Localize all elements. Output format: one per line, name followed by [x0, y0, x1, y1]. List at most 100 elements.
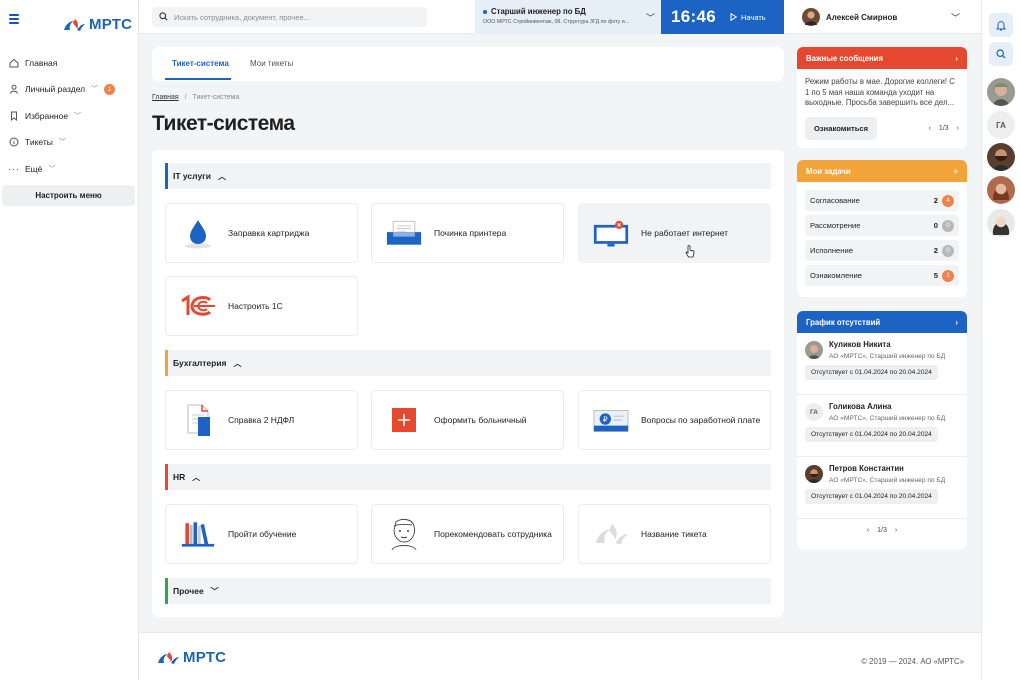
avatar[interactable]: [987, 176, 1015, 204]
avatar[interactable]: [987, 143, 1015, 171]
avatar-initials[interactable]: ГА: [987, 111, 1015, 139]
absence-schedule-widget: График отсутствий › Куликов Никита АО «М…: [797, 311, 967, 549]
ticket-card-label: Настроить 1С: [228, 300, 283, 311]
section-hr[interactable]: HR ︿: [165, 464, 771, 490]
employee-sketch-icon: [386, 516, 422, 552]
ticket-card-generic[interactable]: Название тикета: [578, 504, 771, 564]
ticket-card-cartridge[interactable]: Заправка картриджа: [165, 203, 358, 263]
start-button[interactable]: Начать: [730, 13, 766, 22]
tab-my-tickets[interactable]: Мои тикеты: [250, 59, 293, 68]
task-count: 5: [933, 271, 938, 280]
section-accounting[interactable]: Бухгалтерия ︿: [165, 350, 771, 376]
brand-logo[interactable]: МРТС: [62, 16, 132, 33]
next-icon[interactable]: ›: [895, 527, 897, 534]
configure-menu-button[interactable]: Настроить меню: [2, 185, 135, 206]
section-it[interactable]: IT услуги ︿: [165, 163, 771, 189]
cursor-icon: [685, 245, 695, 258]
ticket-card-label: Не работает интернет: [641, 227, 729, 238]
chevron-right-icon: ›: [955, 53, 958, 63]
absence-entry[interactable]: Петров Константин АО «МРТС», Старший инж…: [797, 457, 967, 519]
ticket-card-sick-leave[interactable]: Оформить больничный: [371, 390, 564, 450]
sidebar-item-more[interactable]: ··· Ещё ﹀: [8, 160, 134, 178]
task-count: 2: [933, 196, 938, 205]
page-title: Тикет-система: [152, 112, 295, 135]
books-icon: [180, 516, 216, 552]
sidebar: МРТС Главная Личный раздел ﹀ 1 Избранное…: [0, 0, 139, 680]
prev-icon[interactable]: ‹: [867, 527, 869, 534]
search-button[interactable]: [989, 42, 1013, 66]
tab-bar: Тикет-система Мои тикеты: [152, 47, 784, 81]
breadcrumb-home[interactable]: Главная: [152, 94, 179, 101]
avatar: [805, 465, 823, 483]
task-row[interactable]: Рассмотрение 0 0: [805, 215, 959, 236]
ticket-card-label: Пройти обучение: [228, 528, 297, 539]
task-row[interactable]: Исполнение 2 0: [805, 240, 959, 261]
avatar[interactable]: [987, 209, 1015, 237]
widget-title: График отсутствий: [806, 317, 881, 327]
sidebar-item-personal[interactable]: Личный раздел ﹀ 1: [9, 80, 134, 98]
my-tasks-widget: Мои задачи + Согласование 2 4 Рассмотрен…: [797, 160, 967, 297]
chevron-down-icon: ﹀: [950, 12, 960, 23]
pager: ‹ 1/3 ›: [929, 125, 959, 132]
absence-entry[interactable]: Куликов Никита АО «МРТС», Старший инжене…: [797, 333, 967, 395]
task-row[interactable]: Согласование 2 4: [805, 190, 959, 211]
sidebar-item-tickets[interactable]: Тикеты ﹀: [9, 133, 134, 151]
task-label: Исполнение: [810, 246, 853, 255]
tab-ticket-system[interactable]: Тикет-система: [172, 59, 229, 68]
ticket-card-label: Вопросы по заработной плате: [641, 414, 761, 425]
bookmark-icon: [9, 111, 19, 121]
widget-header[interactable]: График отсутствий ›: [797, 311, 967, 333]
ticket-card-internet[interactable]: Не работает интернет: [578, 203, 771, 263]
absence-entry[interactable]: ГА Голикова Алина АО «МРТС», Старший инж…: [797, 395, 967, 457]
section-title: Бухгалтерия: [173, 358, 227, 368]
notifications-button[interactable]: [989, 13, 1013, 37]
brand-name: МРТС: [183, 649, 227, 666]
acknowledge-button[interactable]: Ознакомиться: [805, 116, 878, 140]
role-title: Старший инженер по БД: [491, 7, 586, 16]
sidebar-item-home[interactable]: Главная: [9, 54, 134, 72]
breadcrumb-current: Тикет-система: [192, 94, 240, 101]
ticket-card-ndfl[interactable]: Справка 2 НДФЛ: [165, 390, 358, 450]
next-icon[interactable]: ›: [957, 125, 959, 132]
footer-logo[interactable]: МРТС: [156, 649, 226, 666]
more-icon: ···: [8, 164, 20, 174]
chevron-down-icon: ﹀: [48, 166, 56, 173]
person-name: Куликов Никита: [829, 340, 891, 349]
ticket-card-label: Заправка картриджа: [228, 227, 310, 238]
ticket-card-salary[interactable]: ₽ Вопросы по заработной плате: [578, 390, 771, 450]
ticket-card-printer[interactable]: Починка принтера: [371, 203, 564, 263]
ticket-card-1c[interactable]: Настроить 1С: [165, 276, 358, 336]
play-icon: [730, 13, 737, 21]
search-box[interactable]: [152, 7, 427, 27]
water-drop-icon: [180, 215, 216, 251]
bell-icon: [996, 20, 1006, 30]
avatar[interactable]: [987, 78, 1015, 106]
widget-header[interactable]: Важные сообщения ›: [797, 47, 967, 69]
add-icon[interactable]: +: [953, 167, 958, 176]
chevron-down-icon: ﹀: [91, 86, 99, 93]
svg-text:₽: ₽: [603, 415, 608, 424]
brand-mark-icon: [64, 18, 85, 31]
prev-icon[interactable]: ‹: [929, 125, 931, 132]
user-menu[interactable]: Алексей Смирнов ﹀: [794, 0, 974, 34]
copyright: © 2019 — 2024. АО «МРТС»: [861, 657, 964, 666]
widget-header[interactable]: Мои задачи +: [797, 160, 967, 182]
sidebar-item-favorites[interactable]: Избранное ﹀: [9, 107, 134, 125]
section-accent: [165, 350, 168, 376]
ticket-card-recommend[interactable]: Порекомендовать сотрудника: [371, 504, 564, 564]
task-row[interactable]: Ознакомление 5 1: [805, 265, 959, 286]
ticket-card-label: Починка принтера: [434, 227, 507, 238]
role-selector[interactable]: Старший инженер по БД ООО МРТС Стройинве…: [475, 0, 661, 34]
section-other[interactable]: Прочее ﹀: [165, 578, 771, 604]
section-accent: [165, 163, 168, 189]
message-text: Режим работы в мае. Дорогие коллеги! С 1…: [805, 77, 955, 108]
role-org: ООО МРТС Стройинвентаж, 08. Структура ЗГ…: [483, 19, 630, 25]
task-label: Согласование: [810, 196, 860, 205]
search-input[interactable]: [174, 12, 414, 22]
ticket-card-label: Оформить больничный: [434, 414, 527, 425]
ticket-card-training[interactable]: Пройти обучение: [165, 504, 358, 564]
user-icon: [9, 84, 19, 94]
task-badge: 4: [942, 194, 954, 207]
sidebar-item-label: Тикеты: [25, 137, 53, 147]
menu-icon[interactable]: [9, 14, 19, 24]
